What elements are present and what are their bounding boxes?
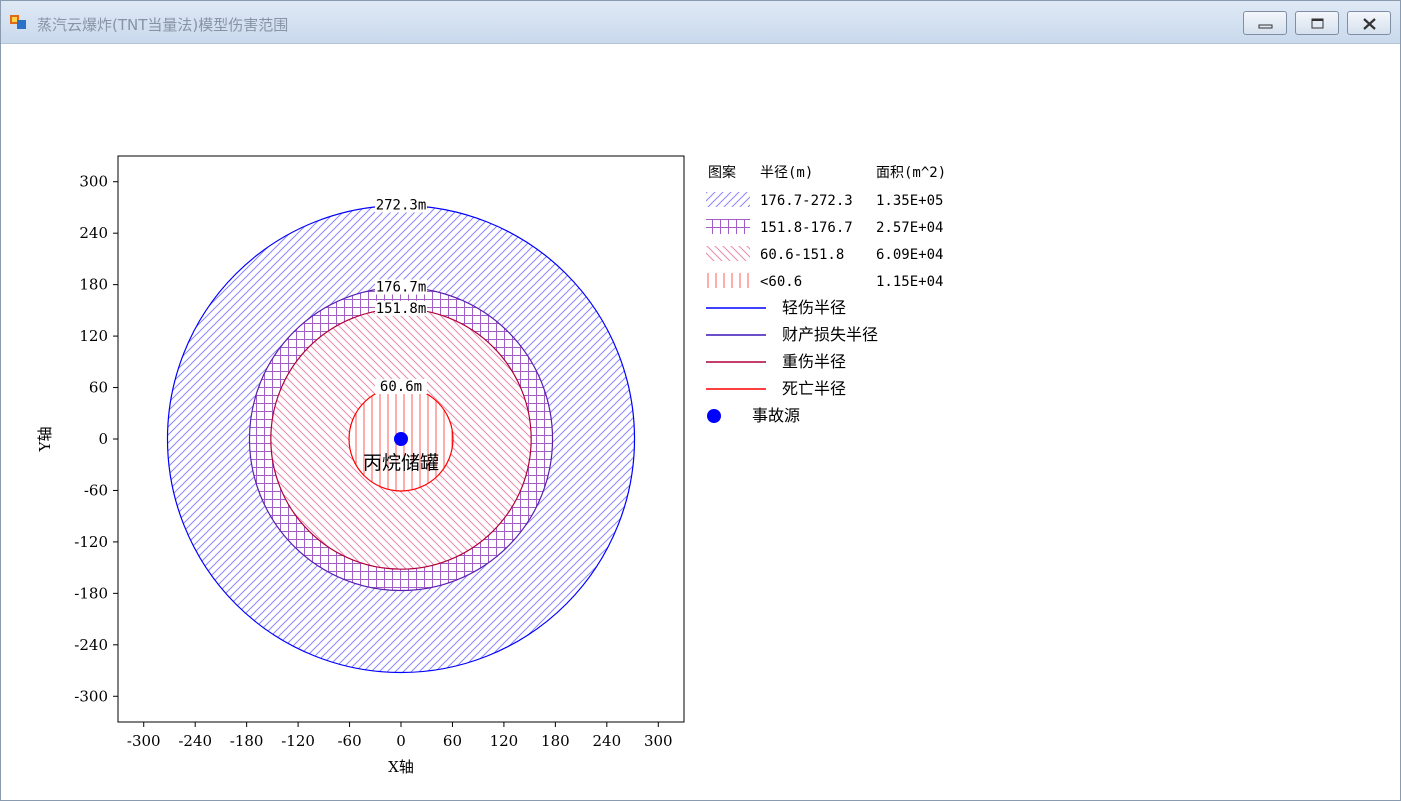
legend-header-radius: 半径(m) [760, 165, 813, 181]
app-icon [10, 15, 26, 29]
legend-range: 60.6-151.8 [760, 247, 844, 263]
source-label: 丙烷储罐 [363, 452, 439, 474]
legend-range: <60.6 [760, 274, 802, 290]
y-tick-label: 180 [79, 276, 108, 294]
x-tick-label: -240 [178, 732, 212, 750]
y-tick-label: 300 [79, 173, 108, 191]
x-axis-label: X轴 [388, 758, 414, 776]
plot-area: 272.3m 176.7m 151.8m 60.6m 丙烷储罐 -300 -300 -240… [36, 155, 946, 776]
radius-label-2: 151.8m [376, 301, 427, 317]
legend-line-label: 死亡半径 [782, 379, 846, 398]
legend-swatch-vertical [706, 273, 750, 288]
y-tick-label: -180 [74, 584, 108, 602]
x-tick-label: 240 [592, 732, 621, 750]
x-tick-label: 180 [541, 732, 570, 750]
legend-swatch-diag-right [706, 192, 750, 207]
legend-swatch-diag-left [706, 246, 750, 261]
x-tick-label: 60 [443, 732, 462, 750]
legend-header-pattern: 图案 [708, 164, 736, 181]
x-tick-label: -300 [127, 732, 161, 750]
x-tick-label: 120 [490, 732, 519, 750]
restore-icon [1311, 18, 1324, 29]
y-tick-label: 240 [79, 224, 108, 242]
legend-range: 176.7-272.3 [760, 193, 853, 209]
legend-source-marker [707, 409, 721, 423]
title-bar: 蒸汽云爆炸(TNT当量法)模型伤害范围 [1, 1, 1400, 44]
y-tick-label: 120 [79, 327, 108, 345]
legend-area: 1.35E+05 [876, 193, 943, 209]
y-tick-label: 60 [89, 379, 108, 397]
window-title: 蒸汽云爆炸(TNT当量法)模型伤害范围 [37, 16, 289, 34]
x-tick-label: 0 [396, 732, 406, 750]
radius-label-3: 60.6m [380, 379, 422, 395]
y-axis-label: Y轴 [36, 427, 54, 453]
minimize-button[interactable] [1243, 11, 1287, 35]
legend-swatch-grid [706, 219, 750, 234]
legend-header-area: 面积(m^2) [876, 165, 946, 181]
x-tick-label: -180 [230, 732, 264, 750]
legend-line-label: 轻伤半径 [782, 298, 846, 317]
radius-label-1: 176.7m [376, 279, 427, 295]
y-tick-label: -300 [74, 687, 108, 705]
close-icon [1363, 18, 1376, 30]
legend-range: 151.8-176.7 [760, 220, 853, 236]
x-tick-label: -120 [281, 732, 315, 750]
y-tick-label: -60 [84, 481, 108, 499]
close-button[interactable] [1347, 11, 1391, 35]
x-tick-label: 300 [644, 732, 673, 750]
legend-source-label: 事故源 [752, 406, 800, 425]
y-tick-label: -240 [74, 636, 108, 654]
minimize-icon [1258, 24, 1273, 29]
legend-line-label: 重伤半径 [782, 352, 846, 371]
legend-area: 2.57E+04 [876, 220, 943, 236]
legend-area: 6.09E+04 [876, 247, 943, 263]
accident-source-point [394, 432, 408, 446]
restore-button[interactable] [1295, 11, 1339, 35]
y-tick-label: -120 [74, 533, 108, 551]
legend-line-label: 财产损失半径 [782, 325, 878, 344]
radius-label-0: 272.3m [376, 197, 427, 213]
x-tick-label: -60 [337, 732, 361, 750]
y-tick-label: 0 [98, 430, 108, 448]
legend-area: 1.15E+04 [876, 274, 943, 290]
